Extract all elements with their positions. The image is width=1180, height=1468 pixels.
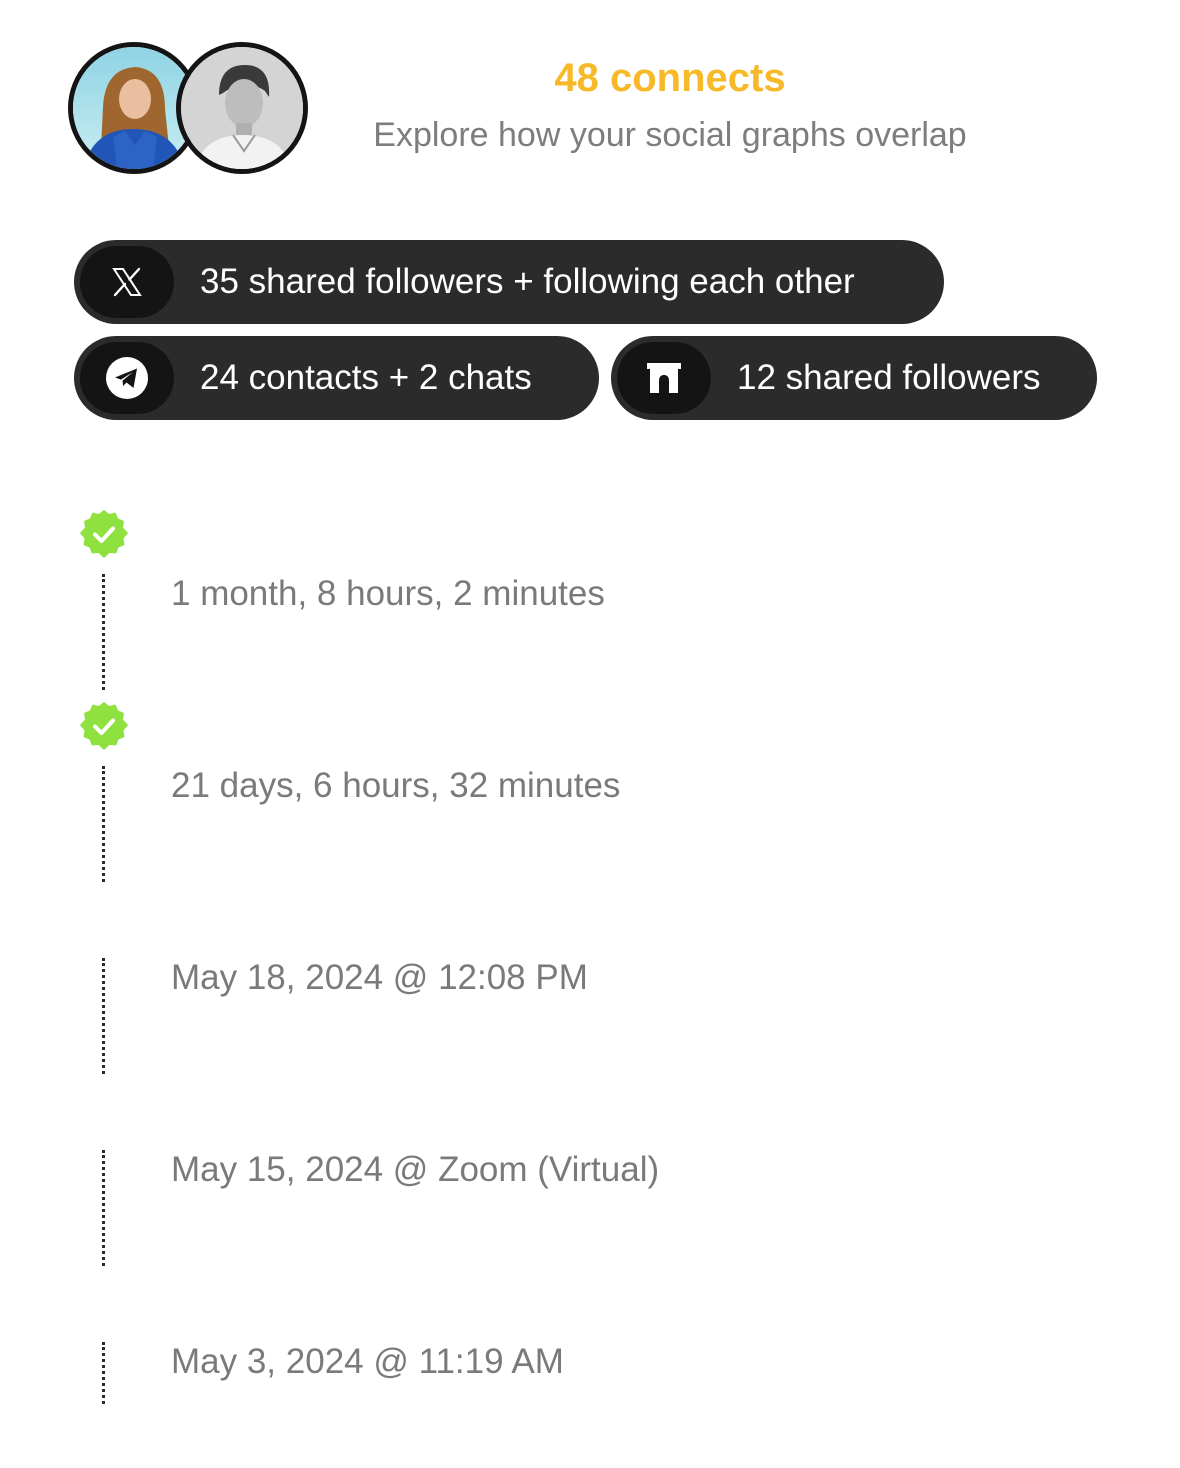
farcaster-arch-icon: [617, 342, 711, 414]
headline: 48 connects Explore how your social grap…: [340, 54, 1000, 156]
timeline-item: May 3, 2024 @ 11:19 AM: [78, 1276, 978, 1468]
timeline-connector: [102, 766, 108, 882]
telegram-connection-label: 24 contacts + 2 chats: [200, 358, 532, 397]
timeline-text: May 18, 2024 @ 12:08 PM: [171, 958, 588, 997]
headline-subtitle: Explore how your social graphs overlap: [373, 116, 967, 154]
avatar-man-image: [181, 47, 303, 169]
telegram-icon: [80, 342, 174, 414]
timeline-text: May 3, 2024 @ 11:19 AM: [171, 1342, 564, 1381]
timeline-item: May 18, 2024 @ 12:08 PM: [78, 892, 978, 1084]
timeline-connector: [102, 574, 108, 690]
telegram-connection-pill[interactable]: 24 contacts + 2 chats: [74, 336, 599, 420]
connects-count: 48 connects: [554, 56, 786, 100]
farcaster-connection-label: 12 shared followers: [737, 358, 1041, 397]
verified-badge-icon: [80, 702, 128, 750]
timeline-text: 21 days, 6 hours, 32 minutes: [171, 766, 621, 805]
timeline-item: 21 days, 6 hours, 32 minutes: [78, 700, 978, 892]
timeline-item: 1 month, 8 hours, 2 minutes: [78, 508, 978, 700]
farcaster-connection-pill[interactable]: 12 shared followers: [611, 336, 1097, 420]
verified-badge-icon: [80, 510, 128, 558]
timeline-text: 1 month, 8 hours, 2 minutes: [171, 574, 605, 613]
x-logo-icon: [80, 246, 174, 318]
timeline-connector: [102, 1150, 108, 1266]
timeline-connector: [102, 958, 108, 1074]
timeline-text: May 15, 2024 @ Zoom (Virtual): [171, 1150, 660, 1189]
x-connection-pill[interactable]: 35 shared followers + following each oth…: [74, 240, 944, 324]
avatar-man[interactable]: [176, 42, 308, 174]
avatar-group: [68, 42, 310, 176]
timeline-connector: [102, 1342, 108, 1404]
timeline-item: May 15, 2024 @ Zoom (Virtual): [78, 1084, 978, 1276]
x-connection-label: 35 shared followers + following each oth…: [200, 262, 855, 301]
